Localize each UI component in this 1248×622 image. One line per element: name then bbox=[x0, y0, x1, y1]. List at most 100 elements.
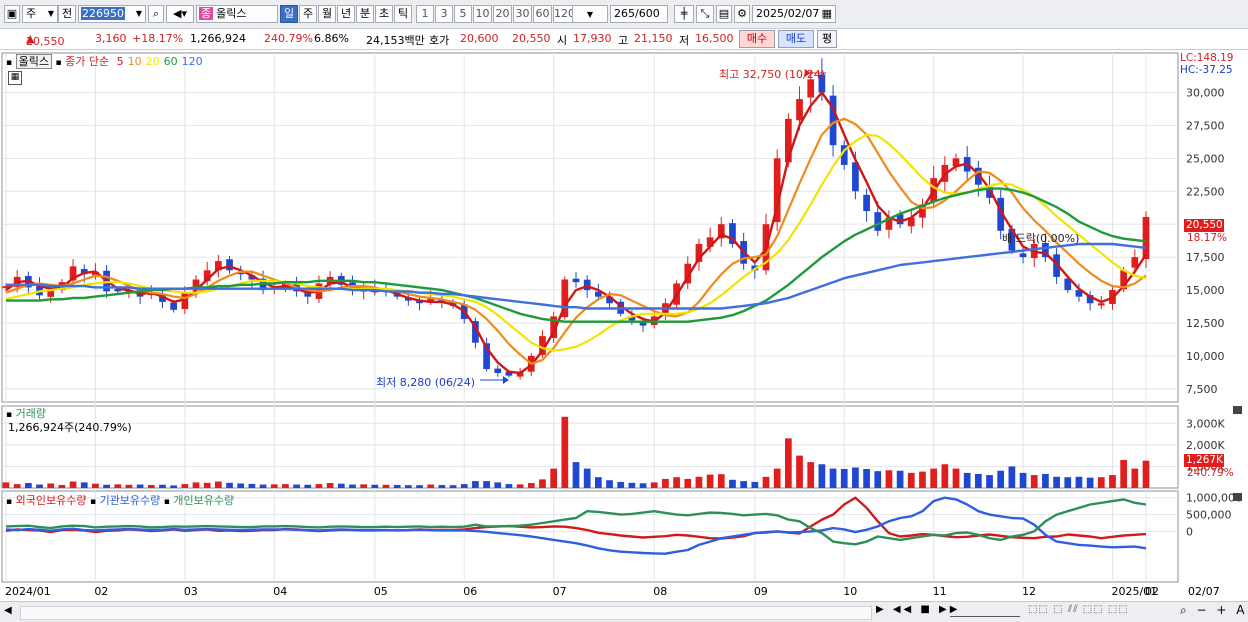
grid-icon: ▪ bbox=[6, 58, 13, 68]
market-label: 주 bbox=[26, 7, 37, 20]
volume-bar bbox=[650, 482, 658, 488]
holding-pane-close-icon[interactable] bbox=[1233, 493, 1242, 501]
period-button[interactable]: 년 bbox=[337, 5, 355, 23]
interval-button[interactable]: 20 bbox=[493, 5, 512, 23]
x-tick-label: 06 bbox=[463, 585, 478, 598]
volume-bar bbox=[952, 468, 960, 488]
volume-bar bbox=[125, 484, 133, 488]
bid-price: 20,550 bbox=[512, 32, 551, 45]
ma-legend-prefix: 종가 단순 bbox=[65, 55, 110, 68]
volume-bar bbox=[662, 478, 669, 488]
candle-icon[interactable]: ╪ bbox=[674, 5, 694, 23]
volume-bar bbox=[80, 482, 88, 488]
code-input[interactable]: 226950 ▼ bbox=[78, 5, 146, 23]
horizontal-scrollbar[interactable]: ◀ ▶ ◀◀ ■ ▶▶ ⬚⬚ ⬚ ⫽⫽ ⬚⬚ ⬚⬚ ⌕ − + A bbox=[0, 601, 1248, 622]
price-tick-label: 12,500 bbox=[1186, 317, 1225, 330]
volume-bar bbox=[92, 483, 99, 488]
period-button[interactable]: 분 bbox=[356, 5, 374, 23]
stock-name-field[interactable]: 종 올릭스 bbox=[196, 5, 278, 23]
scroll-left-icon[interactable]: ◀ bbox=[4, 605, 12, 616]
interval-button[interactable]: 3 bbox=[435, 5, 453, 23]
interval-button[interactable]: 30 bbox=[513, 5, 532, 23]
x-axis: 2024/01 02 03 04 05 06 07 08 09 10 11 12 2025/01 02 bbox=[0, 584, 1248, 600]
holding-tick-label: 0 bbox=[1186, 525, 1193, 538]
volume-bar bbox=[852, 467, 859, 488]
candle-body bbox=[796, 99, 803, 121]
volume-bar bbox=[248, 483, 256, 488]
volume-bar bbox=[494, 482, 502, 488]
window-icon[interactable]: ▣ bbox=[4, 5, 20, 23]
x-tick-label: 10 bbox=[843, 585, 858, 598]
volume-bar bbox=[639, 483, 647, 488]
volume-bar bbox=[885, 470, 893, 488]
stock-name-tag[interactable]: 올릭스 bbox=[15, 54, 52, 69]
volume-bar bbox=[472, 481, 479, 488]
volume-bar bbox=[907, 472, 915, 488]
volume-bar bbox=[259, 484, 267, 488]
volume-bar bbox=[382, 484, 390, 488]
interval-dropdown[interactable]: ▼ bbox=[572, 5, 608, 23]
last-price-pct: 18.17% bbox=[1187, 232, 1228, 244]
date-field[interactable]: 2025/02/07 ▦ bbox=[752, 5, 836, 23]
volume-bar bbox=[460, 484, 468, 488]
volume-bar bbox=[1008, 466, 1016, 488]
search-icon[interactable]: ⌕ bbox=[148, 5, 164, 23]
sell-button[interactable]: 매도 bbox=[778, 30, 814, 48]
count-field[interactable]: 265/600 bbox=[610, 5, 668, 23]
interval-button[interactable]: 5 bbox=[454, 5, 472, 23]
volume-bar bbox=[1042, 473, 1049, 488]
volume-bar bbox=[2, 482, 10, 488]
volume-bar bbox=[1075, 476, 1083, 488]
volume-bar bbox=[583, 468, 591, 488]
zoom-controls[interactable]: ⌕ − + A bbox=[1180, 603, 1247, 618]
current-price: 20,550 ▲ bbox=[26, 32, 65, 48]
market-select[interactable]: 주 ▼ bbox=[22, 5, 58, 23]
volume-bar bbox=[773, 468, 781, 488]
period-button[interactable]: 틱 bbox=[394, 5, 412, 23]
buy-button[interactable]: 매수 bbox=[739, 30, 775, 48]
period-button[interactable]: 초 bbox=[375, 5, 393, 23]
volume-bar bbox=[114, 484, 122, 488]
x-tick-label: 08 bbox=[653, 585, 668, 598]
avg-button[interactable]: 평 bbox=[817, 30, 837, 48]
code-value: 226950 bbox=[81, 7, 125, 20]
interval-button[interactable]: 60 bbox=[533, 5, 552, 23]
date-value: 2025/02/07 bbox=[756, 7, 820, 20]
interval-button[interactable]: 1 bbox=[416, 5, 434, 23]
volume-bar bbox=[360, 484, 367, 488]
individual-legend: 개인보유수량 bbox=[173, 494, 235, 507]
high-price: 21,150 bbox=[634, 32, 673, 45]
calendar-icon: ▦ bbox=[821, 7, 832, 20]
prev-button[interactable]: 전 bbox=[58, 5, 76, 23]
period-button[interactable]: 주 bbox=[299, 5, 317, 23]
scroll-track[interactable] bbox=[20, 606, 872, 620]
price-tick-label: 10,000 bbox=[1186, 350, 1225, 363]
volume-bar bbox=[337, 483, 345, 488]
volume-bar bbox=[69, 481, 77, 488]
table-icon[interactable]: ▦ bbox=[8, 71, 22, 85]
volume-bar bbox=[1086, 477, 1094, 488]
dot-icon: ▪ bbox=[89, 497, 97, 507]
volume-bar bbox=[326, 483, 334, 488]
volume-bar bbox=[785, 438, 792, 488]
playback-controls[interactable]: ▶ ◀◀ ■ ▶▶ bbox=[876, 604, 960, 615]
zoom-slider[interactable] bbox=[950, 606, 1020, 617]
gear-icon[interactable]: ⚙ bbox=[734, 5, 750, 23]
volume-bar bbox=[717, 474, 725, 488]
chart-canvas[interactable]: 7,50010,00012,50015,00017,50020,00022,50… bbox=[0, 50, 1248, 602]
volume-bar bbox=[192, 482, 200, 488]
volume-bar bbox=[371, 484, 379, 488]
draw-line-icon[interactable]: ⤡ bbox=[696, 5, 714, 23]
period-button[interactable]: 월 bbox=[318, 5, 336, 23]
volume-bar bbox=[595, 477, 602, 488]
volume-pane-close-icon[interactable] bbox=[1233, 406, 1242, 414]
drawing-tools-icon[interactable]: ⬚⬚ ⬚ ⫽⫽ ⬚⬚ ⬚⬚ bbox=[1028, 604, 1129, 615]
period-button[interactable]: 일 bbox=[280, 5, 298, 23]
volume-bar bbox=[1097, 477, 1105, 488]
save-icon[interactable]: ▤ bbox=[716, 5, 732, 23]
speaker-icon[interactable]: ◀▾ bbox=[166, 5, 194, 23]
interval-button[interactable]: 10 bbox=[473, 5, 492, 23]
candle-body bbox=[807, 79, 815, 98]
volume-bar bbox=[427, 484, 435, 488]
high-annotation: 최고 32,750 (10/24) bbox=[719, 68, 826, 81]
